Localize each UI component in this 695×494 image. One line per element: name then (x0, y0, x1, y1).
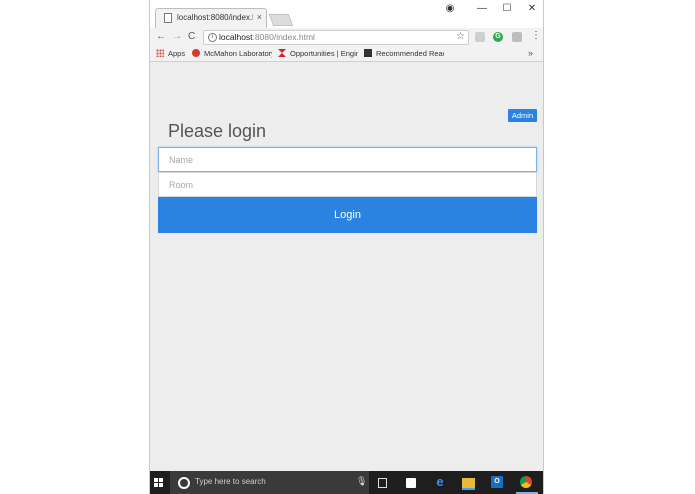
windows-start-icon[interactable] (154, 478, 163, 487)
browser-tab[interactable]: localhost:8080/index.html × (155, 8, 267, 28)
taskbar-search-placeholder: Type here to search (195, 477, 266, 486)
url-path: :8080/index.html (252, 32, 315, 42)
browser-menu-icon[interactable]: ⋮ (531, 30, 541, 41)
browser-window: localhost:8080/index.html × ◉ — ☐ ✕ ← → … (149, 0, 544, 494)
tab-strip: localhost:8080/index.html × ◉ — ☐ ✕ (150, 0, 543, 28)
room-input[interactable] (158, 172, 537, 197)
cortana-icon (178, 477, 190, 489)
bookmarks-bar: Apps McMahon Laboratory Opportunities | … (150, 47, 543, 62)
bookmark-label: McMahon Laboratory (204, 49, 272, 58)
taskbar: Type here to search 🎙 e O (150, 471, 543, 494)
task-view-icon[interactable] (378, 478, 387, 488)
page-icon (164, 13, 172, 23)
outlook-icon[interactable]: O (491, 476, 503, 488)
account-icon[interactable]: ◉ (444, 3, 456, 14)
bookmark-star-icon[interactable]: ☆ (456, 31, 465, 42)
name-input[interactable] (158, 147, 537, 172)
forward-icon[interactable]: → (172, 31, 182, 43)
bookmark-recommended[interactable]: Recommended Reading (364, 49, 444, 58)
browser-toolbar: ← → C i localhost:8080/index.html ☆ G ⋮ (150, 28, 543, 47)
close-window-icon[interactable]: ✕ (526, 3, 538, 14)
maximize-icon[interactable]: ☐ (501, 3, 513, 14)
tab-title: localhost:8080/index.html (177, 13, 253, 22)
page-content: Admin Please login Login (150, 62, 543, 471)
minimize-icon[interactable]: — (476, 3, 488, 14)
tab-close-icon[interactable]: × (257, 12, 262, 22)
more-bookmarks-icon[interactable]: » (528, 48, 533, 58)
bookmark-label: Recommended Reading (376, 49, 444, 58)
admin-button[interactable]: Admin (508, 109, 537, 122)
microphone-icon[interactable]: 🎙 (356, 476, 367, 487)
url-host: localhost (219, 32, 253, 42)
edge-icon[interactable]: e (434, 475, 446, 488)
info-icon[interactable]: i (208, 33, 217, 42)
store-icon[interactable] (406, 478, 416, 488)
bookmark-mcmahon[interactable]: McMahon Laboratory (192, 49, 272, 58)
login-button[interactable]: Login (158, 197, 537, 233)
extension-icon[interactable] (475, 32, 485, 42)
apps-grid-icon (156, 49, 164, 57)
new-tab-button[interactable] (268, 14, 294, 26)
address-bar[interactable]: i localhost:8080/index.html ☆ (203, 30, 469, 45)
reload-icon[interactable]: C (188, 31, 195, 43)
grammarly-icon[interactable]: G (493, 32, 503, 42)
taskbar-search[interactable]: Type here to search 🎙 (170, 471, 369, 494)
opportunities-icon (278, 49, 286, 57)
bookmark-apps[interactable]: Apps (156, 49, 185, 58)
chrome-icon[interactable] (520, 476, 532, 488)
reading-icon (364, 49, 372, 57)
bookmark-opportunities[interactable]: Opportunities | Engin (278, 49, 358, 58)
file-explorer-icon[interactable] (462, 478, 475, 490)
back-icon[interactable]: ← (156, 31, 166, 43)
bookmark-label: Apps (168, 49, 186, 58)
bookmark-label: Opportunities | Engin (290, 49, 358, 58)
page-title: Please login (168, 121, 267, 141)
url-text: localhost:8080/index.html (219, 32, 315, 42)
mcmahon-icon (192, 49, 200, 57)
extension-icon[interactable] (512, 32, 522, 42)
